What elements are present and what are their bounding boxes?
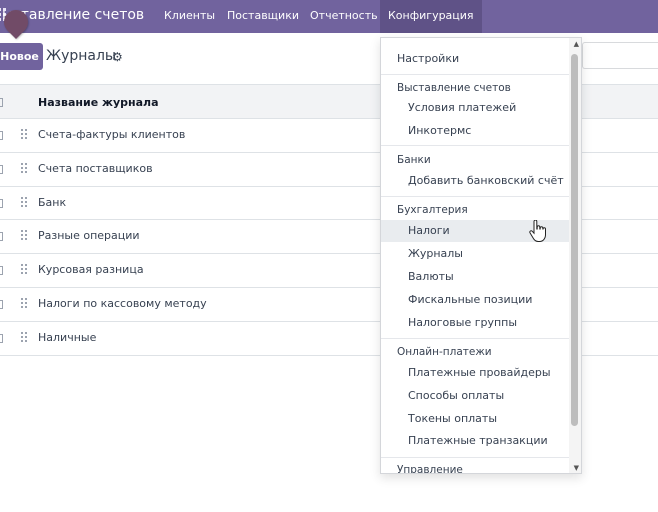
drag-handle-icon[interactable] [21, 297, 28, 310]
divider [381, 457, 570, 458]
menu-item-journals[interactable]: Журналы [408, 247, 463, 260]
divider [381, 74, 570, 75]
menu-item-settings[interactable]: Настройки [397, 52, 459, 65]
journal-name-cell: Банк [38, 195, 67, 209]
divider [381, 196, 570, 197]
drag-handle-icon[interactable] [21, 264, 28, 276]
menu-header-accounting: Бухгалтерия [397, 204, 468, 216]
column-header-journal-name[interactable]: Название журнала [38, 96, 159, 109]
menu-item-add-bank-account[interactable]: Добавить банковский счёт [408, 174, 564, 187]
scroll-up-icon[interactable]: ▲ [574, 40, 579, 48]
configuration-dropdown-menu: Настройки Выставление счетов Условия пла… [380, 37, 582, 474]
menu-header-invoicing: Выставление счетов [397, 82, 511, 94]
row-checkbox[interactable] [0, 266, 3, 276]
select-all-checkbox[interactable] [0, 98, 3, 107]
menu-item-payment-transactions[interactable]: Платежные транзакции [408, 434, 548, 447]
row-checkbox[interactable] [0, 333, 3, 343]
menu-item-taxes[interactable]: Налоги [408, 224, 450, 237]
drag-handle-icon[interactable] [21, 230, 28, 242]
drag-handle-icon[interactable] [21, 196, 28, 209]
menu-item-payment-tokens[interactable]: Токены оплаты [408, 412, 497, 425]
drag-handle-icon[interactable] [21, 331, 28, 344]
menu-item-tax-groups[interactable]: Налоговые группы [408, 316, 517, 329]
page-title: Журналы [46, 48, 116, 64]
search-input[interactable] [582, 42, 658, 69]
journal-name-cell: Счета поставщиков [38, 161, 153, 175]
drag-handle-icon[interactable] [21, 129, 28, 141]
gear-icon[interactable]: ⚙ [112, 50, 123, 64]
journal-name-cell: Разные операции [38, 229, 140, 243]
menu-item-payment-providers[interactable]: Платежные провайдеры [408, 366, 551, 379]
menu-header-online-payments: Онлайн-платежи [397, 346, 492, 358]
scroll-down-icon[interactable]: ▼ [574, 464, 579, 472]
row-checkbox[interactable] [0, 198, 3, 208]
row-checkbox[interactable] [0, 232, 3, 242]
journal-name-cell: Счета-фактуры клиентов [38, 128, 186, 141]
journal-name-cell: Курсовая разница [38, 263, 144, 277]
menu-item-currencies[interactable]: Валюты [408, 270, 454, 283]
journal-name-cell: Налоги по кассовому методу [38, 296, 207, 310]
top-navbar: ыставление счетов Клиенты Поставщики Отч… [0, 0, 658, 33]
hand-pointer-cursor-icon [529, 220, 546, 242]
menu-header-banks: Банки [397, 154, 431, 166]
nav-item-vendors[interactable]: Поставщики [227, 9, 299, 22]
nav-item-customers[interactable]: Клиенты [164, 9, 215, 22]
row-checkbox[interactable] [0, 131, 3, 140]
scrollbar-thumb[interactable] [571, 54, 578, 426]
nav-item-reporting[interactable]: Отчетность [310, 9, 378, 22]
nav-item-configuration[interactable]: Конфигурация [380, 0, 482, 33]
menu-item-payment-terms[interactable]: Условия платежей [408, 101, 516, 114]
row-checkbox[interactable] [0, 164, 3, 174]
menu-item-fiscal-positions[interactable]: Фискальные позиции [408, 293, 532, 306]
dropdown-scrollbar[interactable]: ▲ ▼ [569, 38, 581, 473]
menu-item-payment-methods[interactable]: Способы оплаты [408, 389, 504, 402]
menu-header-management: Управление [397, 464, 463, 474]
divider [381, 145, 570, 146]
menu-item-incoterms[interactable]: Инкотермс [408, 124, 471, 137]
divider [381, 338, 570, 339]
journal-name-cell: Наличные [38, 330, 97, 344]
new-button[interactable]: Новое [0, 43, 43, 70]
drag-handle-icon[interactable] [21, 162, 28, 175]
row-checkbox[interactable] [0, 299, 3, 309]
